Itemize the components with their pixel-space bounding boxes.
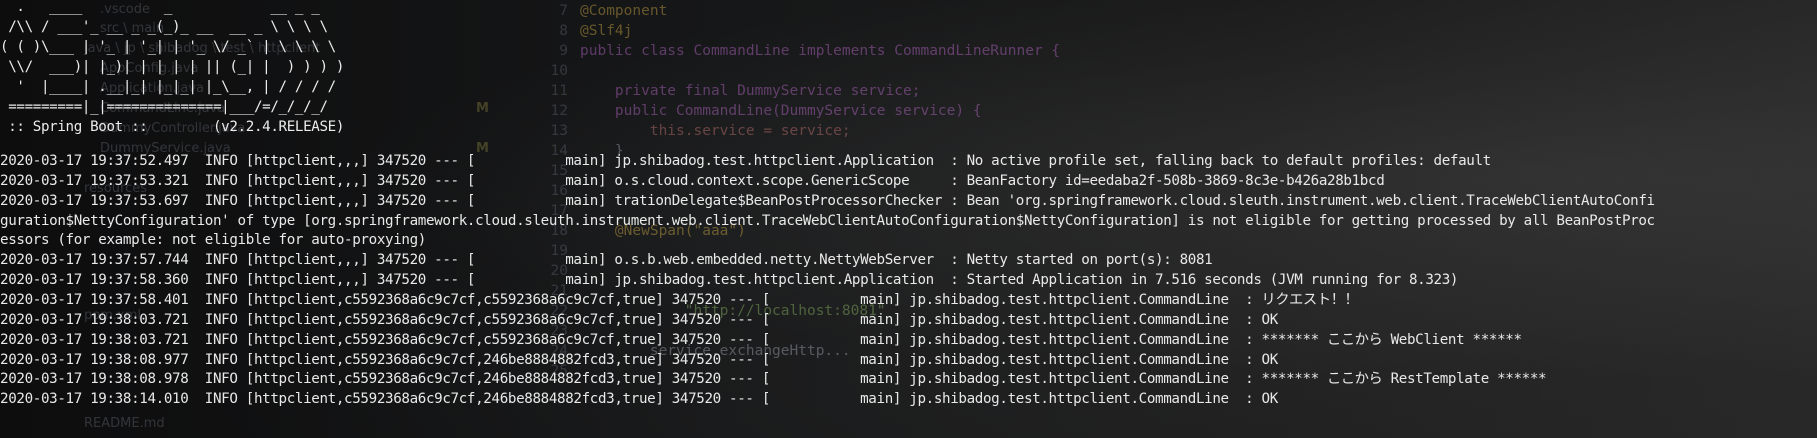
log-line: guration$NettyConfiguration' of type [or… [0, 212, 1655, 229]
log-line: 2020-03-17 19:38:03.721 INFO [httpclient… [0, 311, 1278, 328]
banner-line: /\\ / ___'_ __ _ _(_)_ __ __ _ \ \ \ \ [0, 19, 328, 35]
terminal-output[interactable]: . ____ _ __ _ _ /\\ / ___'_ __ _ _(_)_ _… [0, 0, 1817, 438]
banner-line: :: Spring Boot :: (v2.2.4.RELEASE) [0, 119, 345, 135]
log-line: 2020-03-17 19:37:53.697 INFO [httpclient… [0, 192, 1655, 209]
banner-line: =========|_|==============|___/=/_/_/_/ [0, 99, 328, 115]
log-line: 2020-03-17 19:37:52.497 INFO [httpclient… [0, 153, 1491, 169]
log-line: 2020-03-17 19:38:08.977 INFO [httpclient… [0, 351, 1278, 368]
log-line: 2020-03-17 19:38:08.978 INFO [httpclient… [0, 371, 1547, 388]
banner-line: ( ( )\___ | '_ | '_| | '_ \/ _` | \ \ \ … [0, 39, 336, 55]
log-line: 2020-03-17 19:37:57.744 INFO [httpclient… [0, 252, 1213, 269]
banner-line: ' |____| .__|_| |_|_| |_\__, | / / / / [0, 79, 336, 95]
log-line: 2020-03-17 19:38:14.010 INFO [httpclient… [0, 391, 1278, 408]
log-line: 2020-03-17 19:37:53.321 INFO [httpclient… [0, 172, 1385, 189]
log-line: 2020-03-17 19:38:03.721 INFO [httpclient… [0, 331, 1522, 348]
banner-line: \\/ ___)| |_)| | | | | || (_| | ) ) ) ) [0, 59, 345, 75]
log-line: 2020-03-17 19:37:58.360 INFO [httpclient… [0, 272, 1459, 289]
log-line: essors (for example: not eligible for au… [0, 232, 426, 249]
banner-line: . ____ _ __ _ _ [0, 0, 320, 15]
log-line: 2020-03-17 19:37:58.401 INFO [httpclient… [0, 291, 1359, 308]
